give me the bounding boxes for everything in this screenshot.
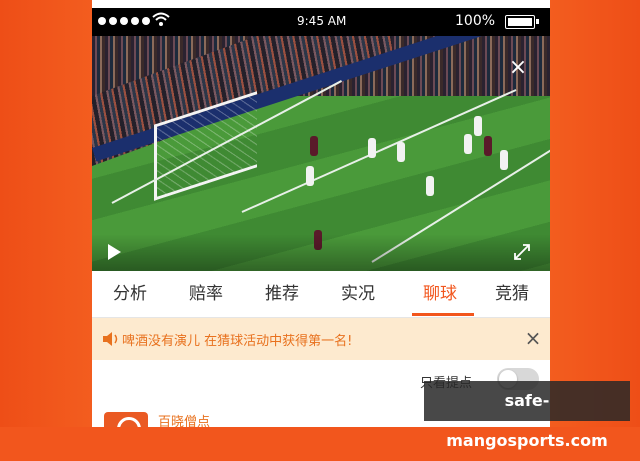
player [306, 166, 314, 186]
tab-live[interactable]: 实况 [320, 271, 396, 317]
tab-bar: 分析 赔率 推荐 实况 聊球 竞猜 [92, 271, 550, 318]
signal-dots-icon [98, 17, 150, 25]
battery-icon [505, 15, 535, 29]
tab-analysis[interactable]: 分析 [92, 271, 168, 317]
status-bar: 9:45 AM 100% [92, 8, 550, 36]
video-control-bar [92, 234, 550, 271]
speaker-icon [103, 332, 118, 346]
play-icon[interactable] [108, 244, 121, 260]
background-left [0, 0, 92, 427]
player [426, 176, 434, 196]
tab-guess[interactable]: 竞猜 [474, 271, 550, 317]
active-tab-indicator [412, 313, 474, 316]
player [368, 138, 376, 158]
battery-tip [536, 19, 539, 24]
background-right [550, 0, 640, 427]
notice-close-icon[interactable]: × [522, 327, 544, 349]
player [397, 142, 405, 162]
player [500, 150, 508, 170]
player [310, 136, 318, 156]
video-close-icon[interactable]: × [506, 56, 530, 80]
status-time: 9:45 AM [297, 14, 347, 28]
player [464, 134, 472, 154]
wifi-icon [152, 12, 170, 26]
tab-odds[interactable]: 赔率 [168, 271, 244, 317]
battery-percent: 100% [455, 13, 496, 29]
watermark: safe-mangosports.com [424, 381, 630, 450]
fullscreen-icon[interactable] [512, 242, 532, 262]
notice-banner: 啤酒没有演儿 在猜球活动中获得第一名! × [92, 318, 550, 360]
phone-screen: 9:45 AM 100% × 分析 赔率 推荐 实况 聊球 竞猜 啤酒没有演儿 … [92, 0, 550, 427]
tab-recommend[interactable]: 推荐 [244, 271, 320, 317]
player [474, 116, 482, 136]
video-player[interactable]: × [92, 36, 550, 271]
tab-chat[interactable]: 聊球 [402, 271, 478, 317]
notice-text: 啤酒没有演儿 在猜球活动中获得第一名! [122, 334, 353, 349]
player [484, 136, 492, 156]
expert-name: 百晓僧点 [158, 415, 211, 427]
expert-avatar-icon [104, 412, 148, 427]
